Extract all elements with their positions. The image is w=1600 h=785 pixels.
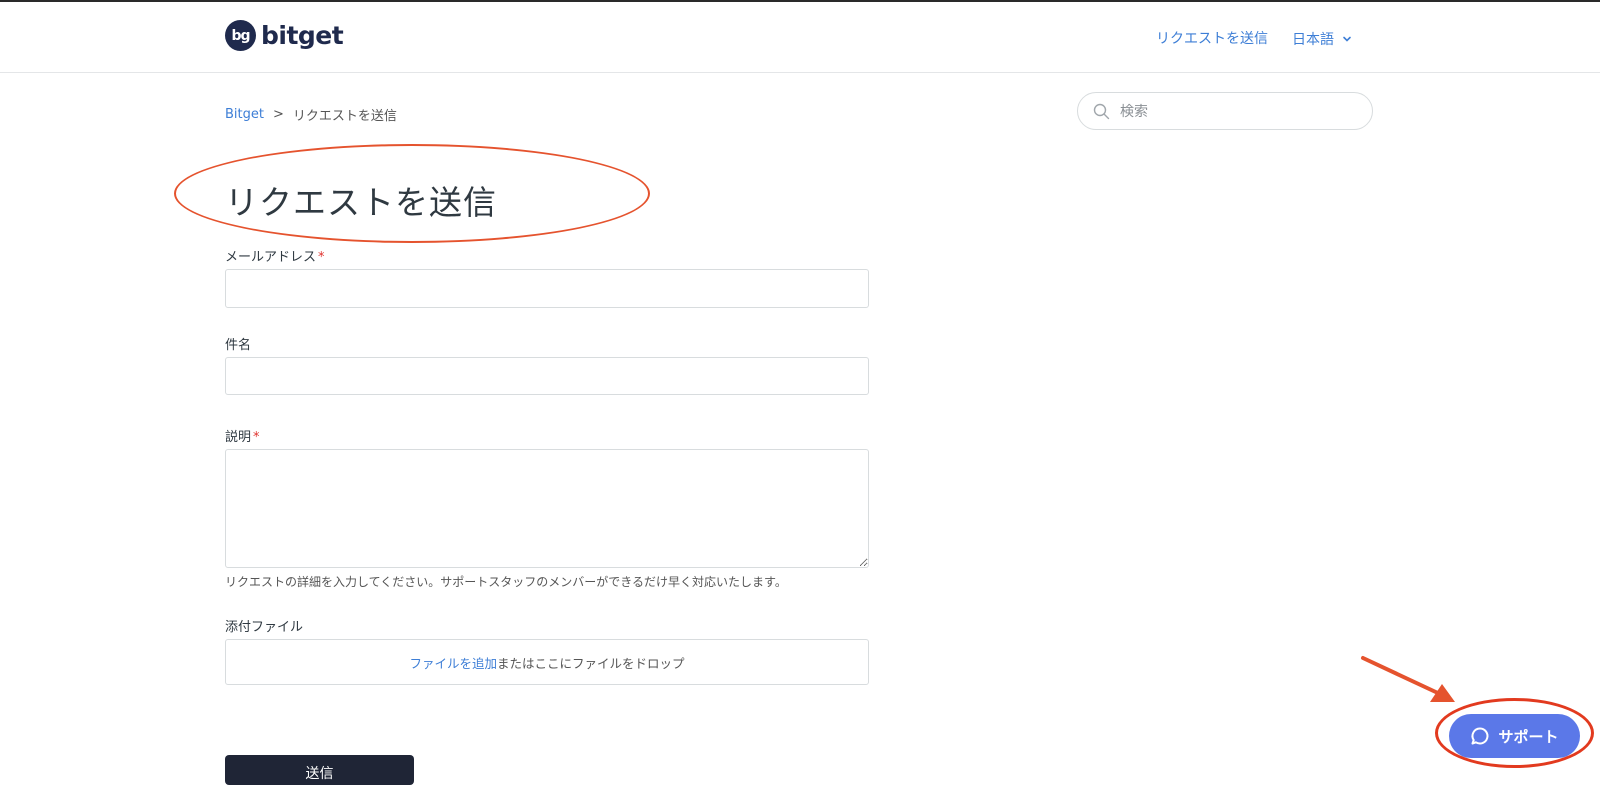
breadcrumb: Bitget > リクエストを送信 bbox=[225, 105, 397, 124]
email-label: メールアドレス * bbox=[225, 250, 325, 265]
add-file-link[interactable]: ファイルを追加 bbox=[409, 653, 497, 672]
annotation-arrow-icon bbox=[1361, 656, 1455, 702]
subject-label: 件名 bbox=[225, 338, 252, 353]
logo-text: bitget bbox=[261, 21, 344, 50]
header-submit-request-link[interactable]: リクエストを送信 bbox=[1156, 28, 1268, 48]
description-hint: リクエストの詳細を入力してください。サポートスタッフのメンバーができるだけ早く対… bbox=[225, 575, 787, 589]
site-header: bg bitget リクエストを送信 日本語 bbox=[0, 2, 1600, 73]
search-box bbox=[1077, 92, 1373, 130]
required-mark: * bbox=[318, 250, 325, 265]
chat-bubble-icon bbox=[1471, 727, 1489, 745]
attachment-dropzone[interactable]: ファイルを追加 またはここにファイルをドロップ bbox=[225, 639, 869, 685]
logo-mark: bg bbox=[225, 20, 256, 51]
breadcrumb-separator: > bbox=[272, 107, 284, 122]
search-icon bbox=[1093, 103, 1110, 120]
subject-field[interactable] bbox=[225, 357, 869, 395]
support-chat-button[interactable]: サポート bbox=[1449, 714, 1580, 758]
attachments-label: 添付ファイル bbox=[225, 620, 304, 635]
search-input[interactable] bbox=[1118, 99, 1362, 125]
email-field[interactable] bbox=[225, 269, 869, 308]
language-selector[interactable]: 日本語 bbox=[1292, 29, 1352, 49]
required-mark: * bbox=[253, 430, 260, 445]
page-title: リクエストを送信 bbox=[225, 183, 497, 222]
drop-text: またはここにファイルをドロップ bbox=[497, 655, 685, 671]
breadcrumb-home-link[interactable]: Bitget bbox=[225, 107, 264, 122]
chevron-down-icon bbox=[1343, 36, 1351, 42]
breadcrumb-current: リクエストを送信 bbox=[292, 109, 397, 124]
description-label: 説明 * bbox=[225, 430, 260, 445]
submit-button[interactable]: 送信 bbox=[225, 755, 414, 785]
description-field[interactable] bbox=[225, 449, 869, 568]
language-label: 日本語 bbox=[1292, 32, 1334, 48]
support-label: サポート bbox=[1498, 727, 1559, 746]
bitget-logo[interactable]: bg bitget bbox=[225, 20, 344, 51]
